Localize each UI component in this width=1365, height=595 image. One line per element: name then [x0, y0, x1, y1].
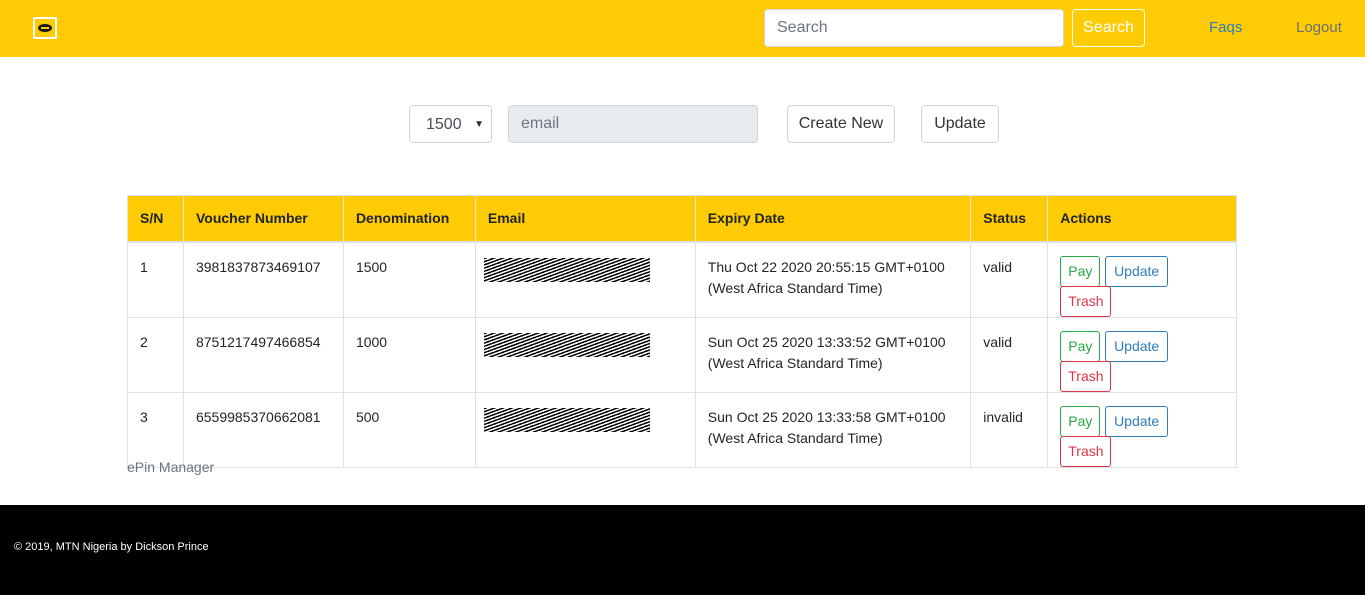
logout-link[interactable]: Logout — [1296, 19, 1342, 36]
cell-voucher-number: 6559985370662081 — [182, 391, 344, 468]
cell-status: valid — [970, 241, 1049, 318]
search-button[interactable]: Search — [1072, 9, 1145, 47]
pay-button[interactable]: Pay — [1060, 255, 1101, 287]
header-actions: Actions — [1047, 195, 1237, 243]
redacted-email — [483, 407, 650, 432]
table-caption: ePin Manager — [127, 459, 215, 475]
cell-status: valid — [970, 316, 1049, 393]
cell-denomination: 500 — [342, 391, 476, 468]
header-denomination: Denomination — [342, 195, 476, 243]
cell-sn: 1 — [127, 241, 184, 318]
cell-actions: Pay Update Trash — [1047, 391, 1237, 468]
cell-sn: 3 — [127, 391, 184, 468]
cell-actions: Pay Update Trash — [1047, 316, 1237, 393]
voucher-form: 1500 ▼ Create New Update — [0, 105, 1365, 143]
table-header-row: S/N Voucher Number Denomination Email Ex… — [127, 195, 1237, 243]
denomination-value: 1500 — [426, 116, 462, 133]
search-input[interactable] — [764, 9, 1064, 47]
cell-email — [474, 241, 696, 318]
navbar: Search Faqs Logout — [0, 0, 1365, 57]
trash-button[interactable]: Trash — [1060, 435, 1112, 467]
pay-button[interactable]: Pay — [1060, 330, 1101, 362]
mtn-logo[interactable] — [33, 17, 57, 39]
trash-button[interactable]: Trash — [1060, 360, 1112, 392]
cell-status: invalid — [970, 391, 1049, 468]
expiry-line-1: Thu Oct 22 2020 20:55:15 GMT+0100 — [707, 258, 945, 275]
cell-denomination: 1000 — [342, 316, 476, 393]
expiry-line-1: Sun Oct 25 2020 13:33:52 GMT+0100 — [707, 333, 946, 350]
expiry-line-1: Sun Oct 25 2020 13:33:58 GMT+0100 — [707, 408, 946, 425]
header-sn: S/N — [127, 195, 184, 243]
trash-button[interactable]: Trash — [1060, 285, 1112, 317]
cell-voucher-number: 3981837873469107 — [182, 241, 344, 318]
row-update-button[interactable]: Update — [1105, 255, 1169, 287]
cell-expiry-date: Thu Oct 22 2020 20:55:15 GMT+0100 (West A… — [694, 241, 972, 318]
table-row: 2 8751217497466854 1000 Sun Oct 25 2020 … — [127, 316, 1237, 393]
pay-button[interactable]: Pay — [1060, 405, 1101, 437]
cell-email — [474, 316, 696, 393]
header-expiry-date: Expiry Date — [694, 195, 972, 243]
cell-denomination: 1500 — [342, 241, 476, 318]
expiry-line-2: (West Africa Standard Time) — [707, 354, 883, 371]
faqs-link[interactable]: Faqs — [1209, 19, 1242, 36]
table-row: 1 3981837873469107 1500 Thu Oct 22 2020 … — [127, 241, 1237, 318]
voucher-table: S/N Voucher Number Denomination Email Ex… — [127, 195, 1237, 468]
header-status: Status — [970, 195, 1049, 243]
create-new-button[interactable]: Create New — [787, 105, 895, 143]
row-update-button[interactable]: Update — [1105, 330, 1169, 362]
table-row: 3 6559985370662081 500 Sun Oct 25 2020 1… — [127, 391, 1237, 468]
cell-voucher-number: 8751217497466854 — [182, 316, 344, 393]
expiry-line-2: (West Africa Standard Time) — [707, 429, 883, 446]
mtn-logo-icon — [38, 24, 52, 32]
cell-actions: Pay Update Trash — [1047, 241, 1237, 318]
expiry-line-2: (West Africa Standard Time) — [707, 279, 883, 296]
cell-expiry-date: Sun Oct 25 2020 13:33:52 GMT+0100 (West A… — [694, 316, 972, 393]
footer-copyright: © 2019, MTN Nigeria by Dickson Prince — [14, 541, 209, 553]
denomination-select[interactable]: 1500 ▼ — [409, 105, 492, 143]
header-email: Email — [474, 195, 696, 243]
footer: © 2019, MTN Nigeria by Dickson Prince — [0, 505, 1365, 595]
update-button[interactable]: Update — [921, 105, 999, 143]
email-field[interactable] — [508, 105, 758, 143]
redacted-email — [483, 257, 650, 282]
cell-email — [474, 391, 696, 468]
redacted-email — [483, 332, 650, 357]
cell-sn: 2 — [127, 316, 184, 393]
cell-expiry-date: Sun Oct 25 2020 13:33:58 GMT+0100 (West A… — [694, 391, 972, 468]
header-voucher-number: Voucher Number — [182, 195, 344, 243]
chevron-down-icon: ▼ — [474, 119, 484, 130]
row-update-button[interactable]: Update — [1105, 405, 1169, 437]
